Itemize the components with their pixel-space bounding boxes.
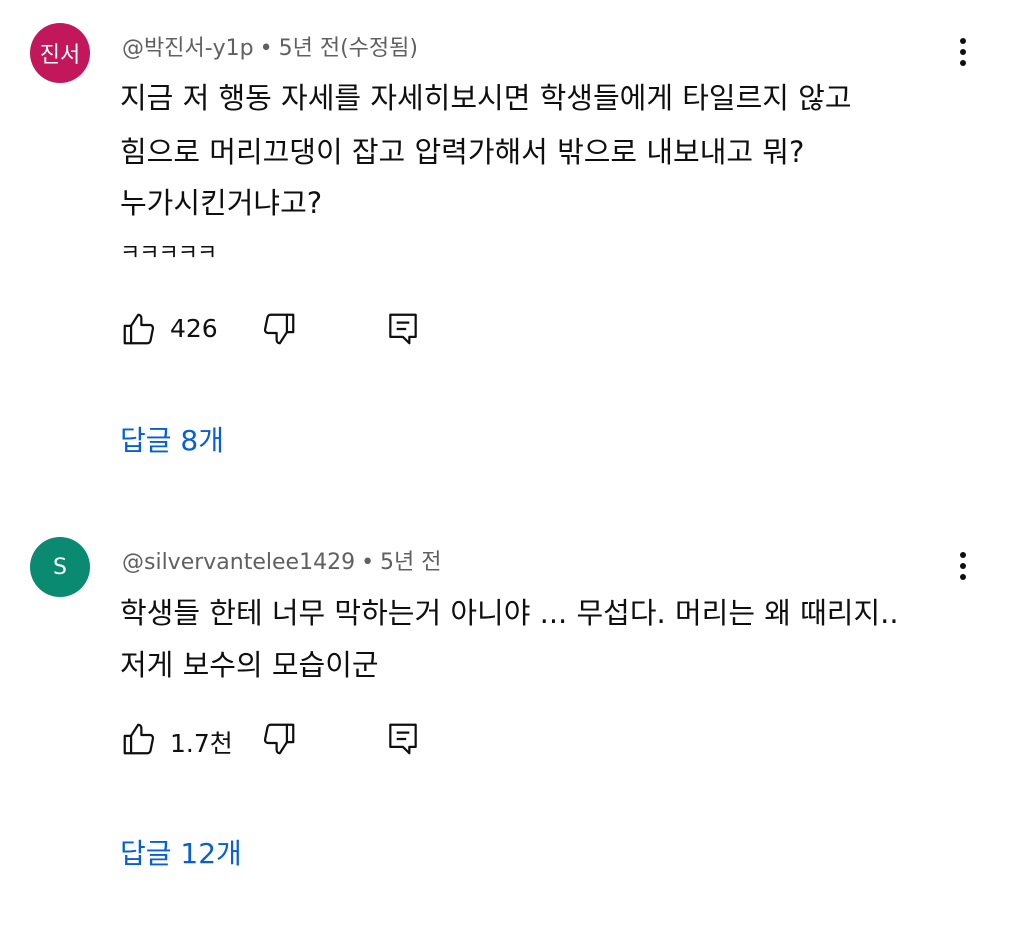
reply-button[interactable]	[384, 310, 422, 348]
thumb-down-icon	[263, 313, 295, 345]
comment-text-line: 누가시킨거냐고?	[120, 186, 323, 220]
comment-text-line: 학생들 한테 너무 막하는거 아니야 ... 무섭다. 머리는 왜 때리지..	[120, 596, 899, 630]
more-vert-icon-dot	[960, 574, 966, 580]
dislike-button[interactable]	[260, 310, 298, 348]
meta-separator: •	[361, 550, 375, 575]
comment-icon	[389, 723, 417, 755]
comment-text-line: 저게 보수의 모습이군	[120, 648, 379, 682]
author-handle[interactable]: @silvervantelee1429	[122, 550, 355, 575]
reply-button[interactable]	[384, 720, 422, 758]
avatar[interactable]: S	[30, 537, 90, 597]
thumb-up-icon	[123, 723, 155, 755]
thumb-down-icon	[263, 723, 295, 755]
avatar-initials: 진서	[39, 43, 81, 68]
comment-text-line: 지금 저 행동 자세를 자세히보시면 학생들에게 타일르지 않고	[120, 81, 852, 115]
comment-actions: 426	[120, 310, 440, 350]
like-count: 426	[170, 314, 218, 343]
like-button[interactable]	[120, 720, 158, 758]
more-vert-icon-dot	[960, 563, 966, 569]
dislike-button[interactable]	[260, 720, 298, 758]
like-count: 1.7천	[170, 729, 233, 758]
author-handle[interactable]: @박진서-y1p	[122, 36, 254, 61]
comment-header: @박진서-y1p • 5년 전(수정됨)	[122, 30, 418, 62]
timestamp: 5년 전	[380, 550, 442, 575]
view-replies-link[interactable]: 답글 8개	[120, 419, 224, 459]
comment-header: @silvervantelee1429 • 5년 전	[122, 544, 442, 576]
comment-text-line: ㅋㅋㅋㅋㅋ	[120, 241, 217, 266]
more-options-button[interactable]	[948, 32, 978, 72]
comment-text-line: 힘으로 머리끄댕이 잡고 압력가해서 밖으로 내보내고 뭐?	[120, 135, 805, 169]
more-vert-icon	[960, 552, 966, 558]
comment-icon	[389, 313, 417, 345]
more-vert-icon-dot	[960, 60, 966, 66]
like-button[interactable]	[120, 310, 158, 348]
thumb-up-icon	[123, 313, 155, 345]
avatar[interactable]: 진서	[30, 23, 90, 83]
view-replies-link[interactable]: 답글 12개	[120, 832, 242, 872]
comment-actions: 1.7천	[120, 720, 440, 760]
more-options-button[interactable]	[948, 546, 978, 586]
more-vert-icon-dot	[960, 49, 966, 55]
avatar-initials: S	[53, 554, 67, 580]
timestamp: 5년 전(수정됨)	[278, 36, 418, 61]
more-vert-icon	[960, 38, 966, 44]
meta-separator: •	[259, 36, 273, 61]
